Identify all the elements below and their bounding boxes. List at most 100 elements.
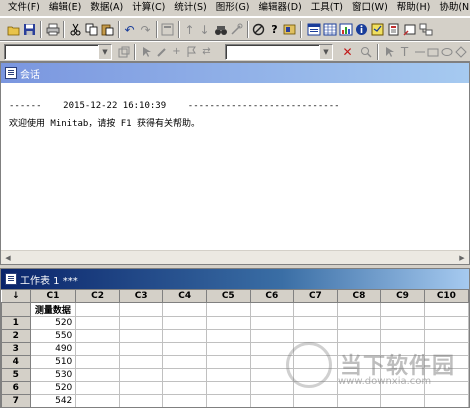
grid-cell[interactable] [336, 381, 382, 395]
grid-cell[interactable] [205, 316, 251, 330]
grid-cell[interactable] [423, 381, 469, 395]
cancel-icon[interactable] [251, 22, 266, 37]
row-header[interactable]: 4 [1, 355, 31, 369]
element-properties-icon[interactable] [117, 45, 130, 58]
grid-cell[interactable] [293, 316, 338, 330]
grid-cell[interactable] [293, 368, 338, 382]
column-name-cell[interactable] [249, 302, 295, 317]
grid-cell[interactable] [75, 342, 120, 356]
grid-cell[interactable] [380, 342, 425, 356]
grid-cell[interactable] [205, 394, 251, 407]
history-icon[interactable] [370, 22, 385, 37]
grid-cell[interactable] [423, 316, 469, 330]
grid-corner-cell[interactable]: ↓ [1, 289, 31, 303]
column-header[interactable]: C3 [118, 289, 164, 303]
grid-cell[interactable] [423, 355, 469, 369]
menu-item[interactable]: 文件(F) [4, 0, 45, 16]
line-icon[interactable] [413, 45, 426, 58]
grid-cell[interactable] [249, 368, 295, 382]
next-icon[interactable]: ↓ [197, 22, 212, 37]
menu-item[interactable]: 帮助(H) [393, 0, 436, 16]
grid-cell[interactable]: 530 [29, 368, 77, 382]
grid-cell[interactable] [380, 381, 425, 395]
grid-cell[interactable] [249, 355, 295, 369]
column-header[interactable]: C7 [293, 289, 338, 303]
column-name-cell[interactable] [293, 302, 338, 317]
grid-cell[interactable] [205, 329, 251, 343]
grid-cell[interactable] [336, 329, 382, 343]
grid-cell[interactable] [75, 329, 120, 343]
grid-cell[interactable] [118, 394, 164, 407]
scroll-right-icon[interactable]: ▶ [457, 253, 467, 263]
ellipse-icon[interactable] [440, 45, 453, 58]
grid-cell[interactable] [293, 394, 338, 407]
grid-cell[interactable] [162, 342, 207, 356]
scroll-left-icon[interactable]: ◀ [3, 253, 13, 263]
column-name-cell[interactable] [118, 302, 164, 317]
menu-item[interactable]: 协助(N) [435, 0, 470, 16]
menu-item[interactable]: 数据(A) [86, 0, 128, 16]
column-header[interactable]: C1 [29, 289, 77, 303]
grid-cell[interactable] [75, 316, 120, 330]
menu-item[interactable]: 窗口(W) [348, 0, 393, 16]
help-icon[interactable]: ? [267, 22, 282, 37]
grid-cell[interactable] [162, 316, 207, 330]
grid-cell[interactable]: 520 [29, 381, 77, 395]
grid-cell[interactable] [118, 316, 164, 330]
grid-cell[interactable] [118, 381, 164, 395]
column-header[interactable]: C10 [423, 289, 469, 303]
select-arrow-icon[interactable] [140, 45, 153, 58]
grid-cell[interactable] [423, 368, 469, 382]
grid-cell[interactable] [75, 355, 120, 369]
row-header[interactable]: 5 [1, 368, 31, 382]
delete-icon[interactable]: ✕ [341, 45, 354, 59]
select-icon[interactable] [383, 45, 396, 58]
print-icon[interactable] [45, 22, 60, 37]
grid-cell[interactable]: 510 [29, 355, 77, 369]
grid-cell[interactable] [336, 394, 382, 407]
graph-icon[interactable] [338, 22, 353, 37]
grid-cell[interactable] [205, 342, 251, 356]
swap-icon[interactable]: ⇄ [200, 45, 213, 58]
grid-cell[interactable] [293, 342, 338, 356]
menu-item[interactable]: 编辑(E) [45, 0, 86, 16]
previous-icon[interactable]: ↑ [182, 22, 197, 37]
grid-cell[interactable]: 550 [29, 329, 77, 343]
grid-cell[interactable]: 520 [29, 316, 77, 330]
grid-cell[interactable] [118, 329, 164, 343]
column-header[interactable]: C9 [380, 289, 425, 303]
menu-item[interactable]: 统计(S) [170, 0, 211, 16]
flag-icon[interactable] [185, 45, 198, 58]
grid-cell[interactable] [249, 394, 295, 407]
grid-cell[interactable] [293, 329, 338, 343]
row-header[interactable]: 6 [1, 381, 31, 395]
row-header[interactable]: 2 [1, 329, 31, 343]
grid-cell[interactable] [380, 368, 425, 382]
grid-cell[interactable] [118, 342, 164, 356]
grid-cell[interactable] [336, 355, 382, 369]
grid-cell[interactable] [205, 381, 251, 395]
grid-cell[interactable] [249, 381, 295, 395]
grid-cell[interactable] [380, 355, 425, 369]
text-icon[interactable]: T [398, 45, 411, 59]
column-name-cell[interactable] [75, 302, 120, 317]
edit-last-dialog-icon[interactable] [160, 22, 175, 37]
grid-cell[interactable] [293, 355, 338, 369]
column-header[interactable]: C6 [249, 289, 295, 303]
grid-cell[interactable] [380, 394, 425, 407]
redo-icon[interactable]: ↷ [138, 22, 153, 37]
undo-icon[interactable]: ↶ [122, 22, 137, 37]
diamond-icon[interactable] [454, 45, 467, 58]
grid-cell[interactable] [205, 368, 251, 382]
stat-guide-icon[interactable] [282, 22, 297, 37]
column-name-cell[interactable] [162, 302, 207, 317]
row-header[interactable]: 1 [1, 316, 31, 330]
row-header[interactable]: 7 [1, 394, 31, 407]
session-titlebar[interactable]: 会话 [1, 63, 469, 83]
grid-cell[interactable] [162, 381, 207, 395]
copy-icon[interactable] [84, 22, 99, 37]
chevron-down-icon[interactable]: ▼ [98, 45, 111, 59]
grid-cell[interactable] [249, 316, 295, 330]
graph-element-select[interactable]: ▼ [4, 44, 112, 60]
grid-cell[interactable]: 490 [29, 342, 77, 356]
